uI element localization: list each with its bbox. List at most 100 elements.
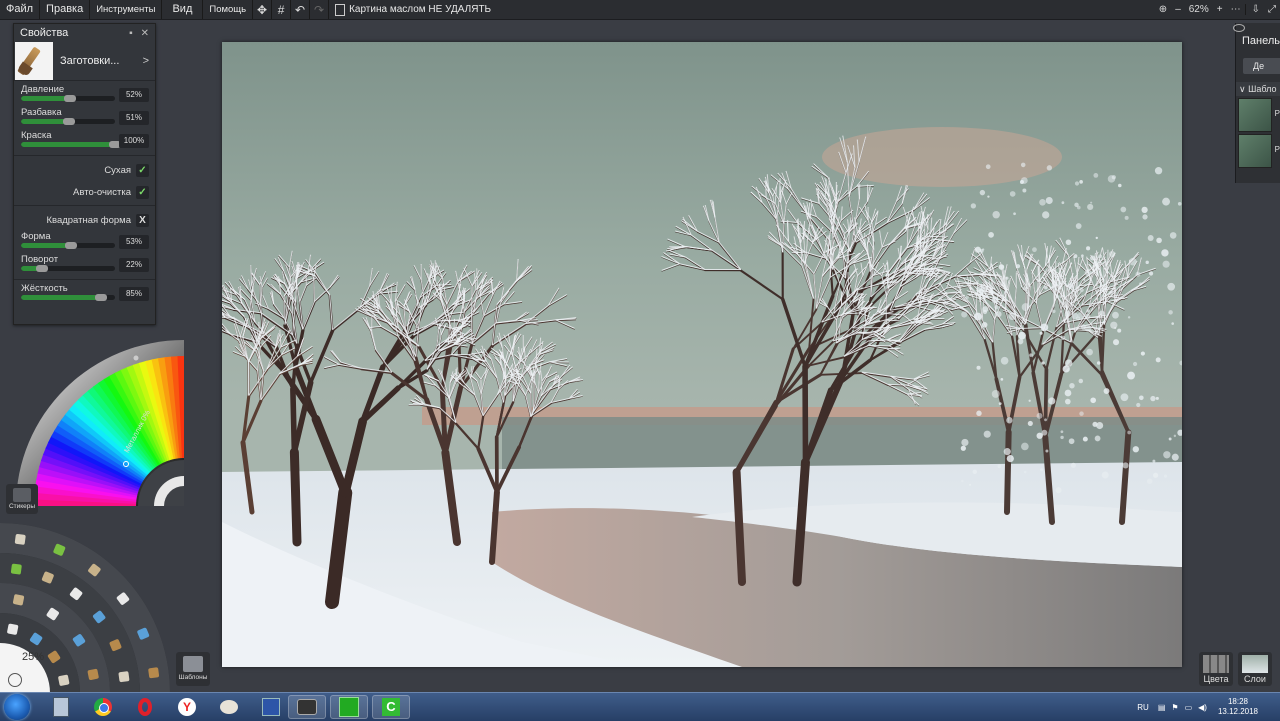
document-tab[interactable]: Картина маслом НЕ УДАЛЯТЬ [329,4,497,16]
stickers-button[interactable]: Стикеры [6,484,38,514]
pressure-value: 52% [119,88,149,102]
power-icon[interactable]: ▭ [1182,703,1196,712]
colors-button[interactable]: Цвета [1199,652,1233,686]
auto-clean-label: Авто-очистка [73,187,131,198]
pressure-knob[interactable] [64,95,76,102]
templates-button[interactable]: Шаблоны [176,652,210,686]
dry-checkbox[interactable]: ✓ [136,164,149,177]
pressure-slider[interactable]: Давление 52% [20,84,149,107]
yandex-icon[interactable]: Y [168,695,206,719]
eye-toggle-icon[interactable] [1233,24,1245,32]
camera-app-icon[interactable] [288,695,326,719]
loading-slider[interactable]: Краска100% [20,130,149,153]
layers-button[interactable]: Слои [1238,652,1272,686]
redo-icon[interactable]: ↷ [310,0,329,19]
template-thumb-2[interactable]: Р [1238,134,1272,168]
eraser-icon[interactable] [8,673,22,687]
form-label: Форма [21,231,51,242]
form-slider[interactable]: Форма53% [20,231,149,254]
move-icon[interactable]: ✥ [253,0,272,19]
painting-canvas[interactable] [222,42,1182,667]
brush-sliders: Давление 52% Разбавка 51% Краска100% [14,80,155,155]
layers-label: Слои [1244,674,1266,684]
color-wheel[interactable]: Металлик 0% [16,340,184,506]
grid-icon[interactable]: # [272,0,291,19]
menu-view[interactable]: Вид [162,0,203,19]
zoom-controls: ⊕ – 62% + ⋯ ⇩ ⤢ [1155,0,1280,19]
auto-clean-checkbox[interactable]: ✓ [136,186,149,199]
brush-preview-icon [15,42,53,80]
sticker-icon [13,488,31,502]
dry-label: Сухая [104,165,131,176]
templates-label: Шаблоны [179,674,208,681]
shape-section: Квадратная форма X Форма53%Поворот 22% [14,205,155,279]
auto-clean-toggle[interactable]: Авто-очистка ✓ [20,181,149,203]
templates-section-header[interactable]: ∨ Шабло [1236,82,1280,96]
language-indicator[interactable]: RU [1131,703,1155,712]
dry-toggle[interactable]: Сухая ✓ [20,159,149,181]
brush-size-label: 25% [22,651,44,663]
loading-label: Краска [21,130,52,141]
pressure-label: Давление [21,84,64,95]
artrage-icon[interactable] [330,695,368,719]
eye-icon[interactable]: ⊕ [1155,4,1171,15]
calculator-icon[interactable] [42,695,80,719]
rotation-slider[interactable]: Поворот 22% [20,254,149,277]
clock-time: 18:28 [1218,697,1258,707]
hardness-section: Жёсткость 85% [14,279,155,308]
chrome-icon[interactable] [84,695,122,719]
chevron-down-icon: ∨ [1239,84,1246,94]
rotation-knob[interactable] [36,265,48,272]
flag-icon[interactable]: ⚑ [1168,703,1181,712]
zoom-out-button[interactable]: – [1171,4,1185,15]
paint-icon[interactable] [210,695,248,719]
brush-toggles: Сухая ✓ Авто-очистка ✓ [14,155,155,205]
opera-icon[interactable] [126,695,164,719]
chevron-right-icon: > [143,55,149,67]
value-marker [134,356,139,361]
layers-thumb-icon [1242,655,1268,673]
panel-action-button[interactable]: Де [1243,58,1280,74]
form-knob[interactable] [65,242,77,249]
square-shape-label: Квадратная форма [46,215,131,226]
thinners-knob[interactable] [63,118,75,125]
hardness-knob[interactable] [95,294,107,301]
pin-icon[interactable]: ▪ [129,28,133,39]
template-thumb-1-label: Р [1275,109,1280,118]
loading-track[interactable] [21,142,115,147]
rotation-value: 22% [119,258,149,272]
rotation-label: Поворот [21,254,58,265]
download-icon[interactable]: ⇩ [1245,4,1264,15]
properties-title: Свойства [20,27,68,39]
clock-date: 13.12.2018 [1218,707,1258,717]
menu-help[interactable]: Помощь [203,0,253,19]
preset-selector[interactable]: Заготовки... > [14,42,155,80]
camtasia-icon[interactable]: C [372,695,410,719]
zoom-in-button[interactable]: + [1213,4,1227,15]
properties-panel: Свойства ▪ ✕ Заготовки... > Давление 52% Р… [13,23,156,325]
clock[interactable]: 18:28 13.12.2018 [1210,697,1280,717]
ellipsis-icon[interactable]: ⋯ [1227,4,1245,15]
thinners-label: Разбавка [21,107,62,118]
menu-bar: Файл Правка Инструменты Вид Помощь ✥ # ↶… [0,0,1280,20]
square-shape-checkbox[interactable]: X [136,214,149,227]
fullscreen-icon[interactable]: ⤢ [1264,4,1280,15]
menu-edit[interactable]: Правка [40,0,90,19]
menu-file[interactable]: Файл [0,0,40,19]
save-icon[interactable] [252,695,290,719]
network-icon[interactable]: ▤ [1155,703,1169,712]
hardness-slider[interactable]: Жёсткость 85% [20,283,149,306]
palette-icon [1203,655,1229,673]
template-thumb-1[interactable]: Р [1238,98,1272,132]
volume-icon[interactable]: ◀) [1195,703,1210,712]
templates-icon [183,656,203,672]
undo-icon[interactable]: ↶ [291,0,310,19]
menu-tools[interactable]: Инструменты [90,0,162,19]
thinners-slider[interactable]: Разбавка 51% [20,107,149,130]
close-icon[interactable]: ✕ [141,28,149,39]
start-button[interactable] [4,694,30,720]
taskbar: Y C RU ▤ ⚑ ▭ ◀) 18:28 13.12.2018 [0,692,1280,721]
thinners-value: 51% [119,111,149,125]
square-shape-toggle[interactable]: Квадратная форма X [20,209,149,231]
template-thumb-2-label: Р [1275,145,1280,154]
